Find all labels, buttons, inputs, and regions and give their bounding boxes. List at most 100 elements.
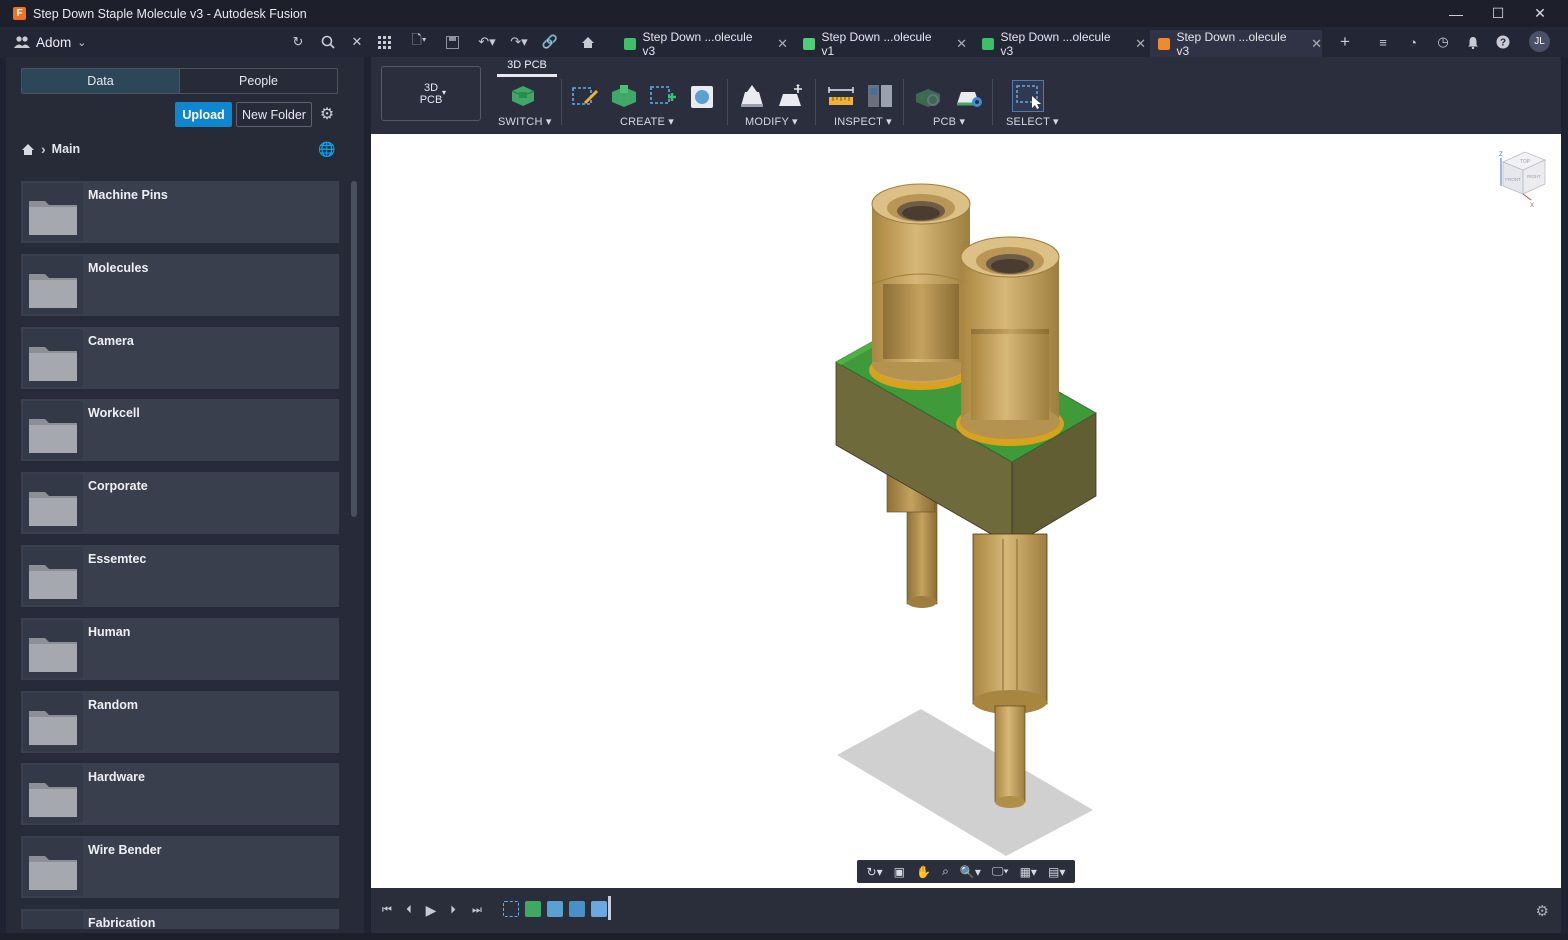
- look-at-icon[interactable]: ▣: [894, 865, 905, 879]
- close-icon[interactable]: ✕: [1311, 36, 1322, 52]
- breadcrumb-current[interactable]: Main: [52, 142, 80, 156]
- close-window-button[interactable]: ✕: [1518, 0, 1562, 27]
- folder-thumbnail: [23, 401, 83, 460]
- inspect-group-label[interactable]: INSPECT ▾: [834, 115, 892, 128]
- close-icon[interactable]: ✕: [777, 36, 788, 52]
- extensions-icon[interactable]: ≡: [1373, 32, 1393, 52]
- close-icon[interactable]: ✕: [1135, 36, 1146, 52]
- maximize-button[interactable]: ☐: [1476, 0, 1520, 27]
- timeline-component-feature[interactable]: [591, 901, 607, 917]
- grid-icon[interactable]: ▦▾: [1020, 865, 1037, 879]
- create-sketch-icon[interactable]: [569, 80, 601, 112]
- fit-icon[interactable]: 🔍▾: [960, 865, 981, 879]
- display-settings-icon[interactable]: 🖵▾: [992, 864, 1009, 879]
- switch-group-label[interactable]: SWITCH ▾: [498, 115, 552, 128]
- notification-bell-icon[interactable]: [1463, 32, 1483, 52]
- tab-data[interactable]: Data: [22, 69, 180, 93]
- select-group-label[interactable]: SELECT ▾: [1006, 115, 1059, 128]
- folder-item[interactable]: Machine Pins: [21, 181, 339, 243]
- pcb-settings-icon[interactable]: [953, 80, 985, 112]
- document-tab-1[interactable]: Step Down ...olecule v3 ✕: [616, 30, 788, 58]
- zoom-icon[interactable]: ⌕: [942, 864, 949, 879]
- link-icon[interactable]: 🔗: [540, 32, 560, 52]
- job-status-icon[interactable]: ◔: [1403, 32, 1423, 52]
- timeline-board-feature[interactable]: [525, 901, 541, 917]
- modify-move-icon[interactable]: [775, 80, 807, 112]
- go-to-start-icon[interactable]: ⏮: [379, 902, 395, 918]
- tab-people[interactable]: People: [180, 69, 337, 93]
- folder-item[interactable]: Molecules: [21, 253, 339, 316]
- home-icon[interactable]: [21, 143, 35, 156]
- workspace-switcher[interactable]: 3D PCB ▾: [381, 66, 481, 121]
- step-forward-icon[interactable]: ⏵: [445, 902, 461, 918]
- new-tab-plus-icon[interactable]: +: [1335, 32, 1355, 52]
- create-component-icon[interactable]: [686, 80, 718, 112]
- create-group-label[interactable]: CREATE ▾: [620, 115, 674, 128]
- close-icon[interactable]: ✕: [956, 36, 967, 52]
- file-menu-icon[interactable]: 🗋▾: [406, 32, 432, 52]
- save-icon[interactable]: [442, 32, 462, 52]
- history-clock-icon[interactable]: ◷: [1433, 32, 1453, 52]
- document-tab-4-active[interactable]: Step Down ...olecule v3 ✕: [1150, 30, 1322, 58]
- search-icon[interactable]: [318, 32, 338, 52]
- section-analysis-icon[interactable]: [864, 80, 896, 112]
- data-people-switch: Data People: [21, 68, 338, 94]
- help-icon[interactable]: ?: [1493, 32, 1513, 52]
- folder-item[interactable]: Human: [21, 617, 339, 680]
- close-panel-icon[interactable]: ✕: [347, 32, 367, 52]
- folder-item[interactable]: Corporate: [21, 472, 339, 535]
- folder-item[interactable]: Camera: [21, 326, 339, 389]
- timeline-component-feature[interactable]: [569, 901, 585, 917]
- tab-label: Step Down ...olecule v3: [1000, 29, 1111, 58]
- create-board-icon[interactable]: [608, 80, 640, 112]
- gear-icon[interactable]: ⚙: [1536, 902, 1549, 920]
- 3d-viewport[interactable]: TOP FRONT RIGHT Z X ↻▾ ▣ ✋ ⌕ 🔍▾ 🖵▾ ▦▾ ▤▾: [371, 134, 1561, 888]
- pcb-push-icon[interactable]: [912, 80, 944, 112]
- viewports-icon[interactable]: ▤▾: [1048, 865, 1065, 879]
- minimize-button[interactable]: —: [1434, 0, 1478, 27]
- scrollbar[interactable]: [351, 181, 357, 517]
- workspace-label-line1: 3D: [423, 81, 439, 94]
- modify-height-icon[interactable]: [736, 80, 768, 112]
- timeline-sketch-feature[interactable]: [503, 901, 519, 917]
- folder-item[interactable]: Workcell: [21, 399, 339, 462]
- orbit-icon[interactable]: ↻▾: [867, 865, 883, 879]
- refresh-icon[interactable]: ↻: [288, 32, 308, 52]
- folder-item[interactable]: Wire Bender: [21, 836, 339, 899]
- switch-to-pcb-icon[interactable]: [507, 80, 539, 112]
- viewcube[interactable]: TOP FRONT RIGHT Z X: [1497, 148, 1547, 209]
- upload-button[interactable]: Upload: [175, 102, 232, 127]
- undo-icon[interactable]: ↶▾: [474, 32, 500, 52]
- timeline-marker[interactable]: [608, 896, 611, 920]
- folder-item[interactable]: Hardware: [21, 763, 339, 826]
- document-tab-2[interactable]: Step Down ...olecule v1 ✕: [795, 30, 967, 58]
- folder-item[interactable]: Fabrication: [21, 909, 339, 929]
- globe-icon[interactable]: 🌐: [318, 140, 336, 158]
- gear-icon[interactable]: ⚙: [318, 105, 336, 123]
- step-back-icon[interactable]: ⏴: [401, 902, 417, 918]
- folder-item[interactable]: Essemtec: [21, 545, 339, 607]
- redo-icon[interactable]: ↷▾: [506, 32, 532, 52]
- 3d-model[interactable]: [371, 134, 1561, 888]
- folder-icon: [29, 637, 77, 672]
- home-icon[interactable]: [578, 32, 598, 52]
- app-grid-icon[interactable]: [374, 32, 394, 52]
- modify-group-label[interactable]: MODIFY ▾: [745, 115, 798, 128]
- pan-hand-icon[interactable]: ✋: [916, 865, 931, 879]
- document-tab-3[interactable]: Step Down ...olecule v3 ✕: [974, 29, 1146, 58]
- timeline: ⏮ ⏴ ▶ ⏵ ⏭ ⚙: [371, 888, 1561, 933]
- go-to-end-icon[interactable]: ⏭: [469, 902, 485, 918]
- toolbar-separator: [727, 79, 728, 125]
- create-outline-icon[interactable]: [647, 80, 679, 112]
- timeline-component-feature[interactable]: [547, 901, 563, 917]
- new-folder-button[interactable]: New Folder: [236, 102, 312, 127]
- team-selector[interactable]: Adom ⌄: [14, 27, 87, 57]
- user-avatar[interactable]: JL: [1529, 31, 1550, 52]
- folder-item[interactable]: Random: [21, 690, 339, 753]
- tab-3d-pcb[interactable]: 3D PCB: [497, 59, 557, 77]
- measure-icon[interactable]: [825, 80, 857, 112]
- select-window-icon[interactable]: [1012, 80, 1044, 112]
- toolbar-separator: [903, 79, 904, 125]
- play-icon[interactable]: ▶: [423, 902, 439, 918]
- pcb-group-label[interactable]: PCB ▾: [933, 115, 965, 128]
